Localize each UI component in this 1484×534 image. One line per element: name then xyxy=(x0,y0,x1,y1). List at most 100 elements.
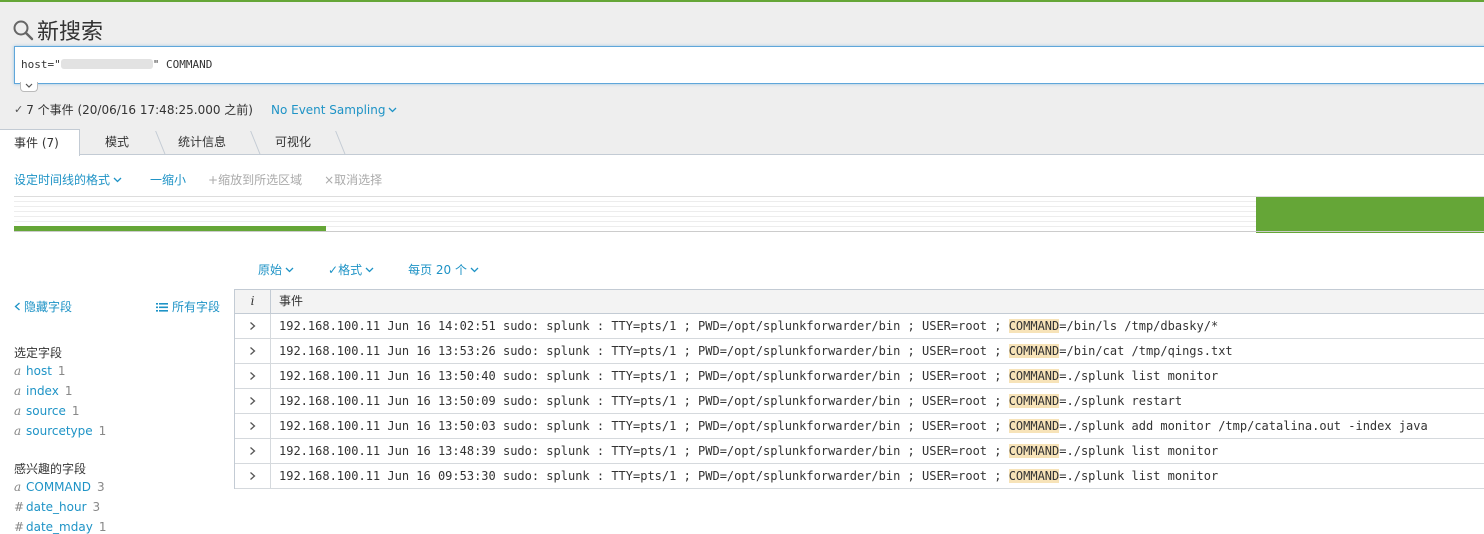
search-expand-toggle[interactable] xyxy=(20,82,38,92)
search-term-highlight[interactable]: COMMAND xyxy=(1008,419,1060,433)
table-body: 192.168.100.11 Jun 16 14:02:51 sudo: spl… xyxy=(235,314,1484,489)
event-column-header: 事件 xyxy=(279,294,304,308)
chevron-down-icon xyxy=(470,267,479,272)
event-sampling-label: No Event Sampling xyxy=(270,102,386,117)
deselect-button[interactable]: ×取消选择 xyxy=(324,171,382,188)
table-row[interactable]: 192.168.100.11 Jun 16 13:50:09 sudo: spl… xyxy=(235,389,1484,414)
field-name[interactable]: index xyxy=(26,384,59,398)
event-raw-text: =./splunk list monitor xyxy=(1059,444,1219,458)
search-input[interactable]: host=" " COMMAND xyxy=(14,46,1484,84)
field-name[interactable]: COMMAND xyxy=(26,480,91,494)
event-raw-text: =./splunk list monitor xyxy=(1059,369,1219,383)
row-expand-toggle[interactable] xyxy=(235,339,271,363)
search-query[interactable]: host=" " COMMAND xyxy=(21,58,212,71)
event-text: 192.168.100.11 Jun 16 14:02:51 sudo: spl… xyxy=(271,314,1218,338)
field-count: 1 xyxy=(64,384,73,398)
row-expand-toggle[interactable] xyxy=(235,414,271,438)
field-count: 1 xyxy=(57,364,66,378)
field-item[interactable]: a sourcetype 1 xyxy=(14,424,106,438)
chevron-right-icon xyxy=(250,447,256,455)
field-count: 3 xyxy=(92,500,101,514)
results-toolbar: 原始 ✓格式 每页 20 个 xyxy=(258,261,513,278)
search-term-highlight[interactable]: COMMAND xyxy=(1008,444,1060,458)
tab-events[interactable]: 事件 (7) xyxy=(0,129,80,156)
event-raw-text: =/bin/ls /tmp/dbasky/* xyxy=(1059,319,1219,333)
histogram-baseline xyxy=(14,231,1484,232)
redacted-host xyxy=(60,59,153,69)
event-raw-text: 192.168.100.11 Jun 16 14:02:51 sudo: spl… xyxy=(279,319,1009,333)
field-item[interactable]: a host 1 xyxy=(14,364,66,378)
selected-fields-title: 选定字段 xyxy=(14,346,63,360)
format-dropdown[interactable]: ✓格式 xyxy=(328,261,374,278)
sidebar-header: 隐藏字段 所有字段 xyxy=(14,298,220,315)
table-row[interactable]: 192.168.100.11 Jun 16 09:53:30 sudo: spl… xyxy=(235,464,1484,489)
hide-fields-label: 隐藏字段 xyxy=(24,300,73,314)
event-text: 192.168.100.11 Jun 16 13:50:40 sudo: spl… xyxy=(271,364,1218,388)
job-status: ✓ 7 个事件 (20/06/16 17:48:25.000 之前) No Ev… xyxy=(14,101,397,118)
search-term-highlight[interactable]: COMMAND xyxy=(1008,369,1060,383)
event-text: 192.168.100.11 Jun 16 13:50:09 sudo: spl… xyxy=(271,389,1182,413)
chevron-right-icon xyxy=(250,322,256,330)
field-type-icon: # xyxy=(14,520,25,534)
search-term-highlight[interactable]: COMMAND xyxy=(1008,344,1060,358)
raw-view-dropdown[interactable]: 原始 xyxy=(258,261,294,278)
event-raw-text: 192.168.100.11 Jun 16 13:53:26 sudo: spl… xyxy=(279,344,1009,358)
table-row[interactable]: 192.168.100.11 Jun 16 13:53:26 sudo: spl… xyxy=(235,339,1484,364)
fields-sidebar: 隐藏字段 所有字段 选定字段 a host 1 a index 1 a source 1 a… xyxy=(0,289,234,534)
hide-fields-button[interactable]: 隐藏字段 xyxy=(14,298,72,315)
field-type-icon: a xyxy=(14,480,22,494)
per-page-label: 每页 20 个 xyxy=(408,263,467,277)
tab-visualization[interactable]: 可视化 xyxy=(261,129,325,155)
tab-separator xyxy=(250,131,261,155)
timeline-format-label: 设定时间线的格式 xyxy=(14,173,111,187)
chevron-right-icon xyxy=(250,472,256,480)
table-row[interactable]: 192.168.100.11 Jun 16 13:48:39 sudo: spl… xyxy=(235,439,1484,464)
field-item[interactable]: a source 1 xyxy=(14,404,80,418)
field-type-icon: # xyxy=(14,500,25,514)
raw-view-label: 原始 xyxy=(258,263,283,277)
field-name[interactable]: source xyxy=(26,404,66,418)
timeline-format-dropdown[interactable]: 设定时间线的格式 xyxy=(14,171,122,188)
row-expand-toggle[interactable] xyxy=(235,464,271,488)
field-name[interactable]: sourcetype xyxy=(26,424,93,438)
event-text: 192.168.100.11 Jun 16 13:50:03 sudo: spl… xyxy=(271,414,1428,438)
check-icon: ✓ xyxy=(14,103,24,116)
zoom-selection-button[interactable]: +缩放到所选区域 xyxy=(208,171,302,188)
field-item[interactable]: a index 1 xyxy=(14,384,72,398)
title-row: 新搜索 xyxy=(12,16,103,45)
search-term-highlight[interactable]: COMMAND xyxy=(1008,394,1060,408)
chevron-right-icon xyxy=(250,422,256,430)
chevron-left-icon xyxy=(14,302,20,311)
row-expand-toggle[interactable] xyxy=(235,389,271,413)
event-sampling-dropdown[interactable]: No Event Sampling xyxy=(271,103,398,117)
histogram-bar[interactable] xyxy=(1256,197,1484,233)
row-expand-toggle[interactable] xyxy=(235,314,271,338)
field-item[interactable]: # date_hour 3 xyxy=(14,500,100,514)
event-count-status: 7 个事件 (20/06/16 17:48:25.000 之前) xyxy=(26,103,253,117)
field-count: 1 xyxy=(71,404,80,418)
event-raw-text: 192.168.100.11 Jun 16 09:53:30 sudo: spl… xyxy=(279,469,1009,483)
field-item[interactable]: a COMMAND 3 xyxy=(14,480,105,494)
chevron-down-icon xyxy=(113,177,122,182)
chevron-right-icon xyxy=(250,347,256,355)
row-expand-toggle[interactable] xyxy=(235,364,271,388)
chevron-down-icon xyxy=(365,267,374,272)
tab-patterns[interactable]: 模式 xyxy=(91,129,143,155)
all-fields-button[interactable]: 所有字段 xyxy=(155,298,220,315)
field-type-icon: a xyxy=(14,384,22,398)
table-row[interactable]: 192.168.100.11 Jun 16 14:02:51 sudo: spl… xyxy=(235,314,1484,339)
search-term-highlight[interactable]: COMMAND xyxy=(1008,469,1060,483)
tab-statistics[interactable]: 统计信息 xyxy=(164,129,240,155)
timeline-histogram[interactable] xyxy=(14,196,1484,233)
field-name[interactable]: host xyxy=(26,364,52,378)
zoom-out-button[interactable]: 一缩小 xyxy=(150,171,186,188)
field-name[interactable]: date_hour xyxy=(26,500,87,514)
search-term-highlight[interactable]: COMMAND xyxy=(1008,319,1060,333)
table-row[interactable]: 192.168.100.11 Jun 16 13:50:40 sudo: spl… xyxy=(235,364,1484,389)
table-row[interactable]: 192.168.100.11 Jun 16 13:50:03 sudo: spl… xyxy=(235,414,1484,439)
field-item[interactable]: # date_mday 1 xyxy=(14,520,106,534)
field-name[interactable]: date_mday xyxy=(26,520,93,534)
row-expand-toggle[interactable] xyxy=(235,439,271,463)
event-raw-text: 192.168.100.11 Jun 16 13:50:09 sudo: spl… xyxy=(279,394,1009,408)
per-page-dropdown[interactable]: 每页 20 个 xyxy=(408,261,479,278)
